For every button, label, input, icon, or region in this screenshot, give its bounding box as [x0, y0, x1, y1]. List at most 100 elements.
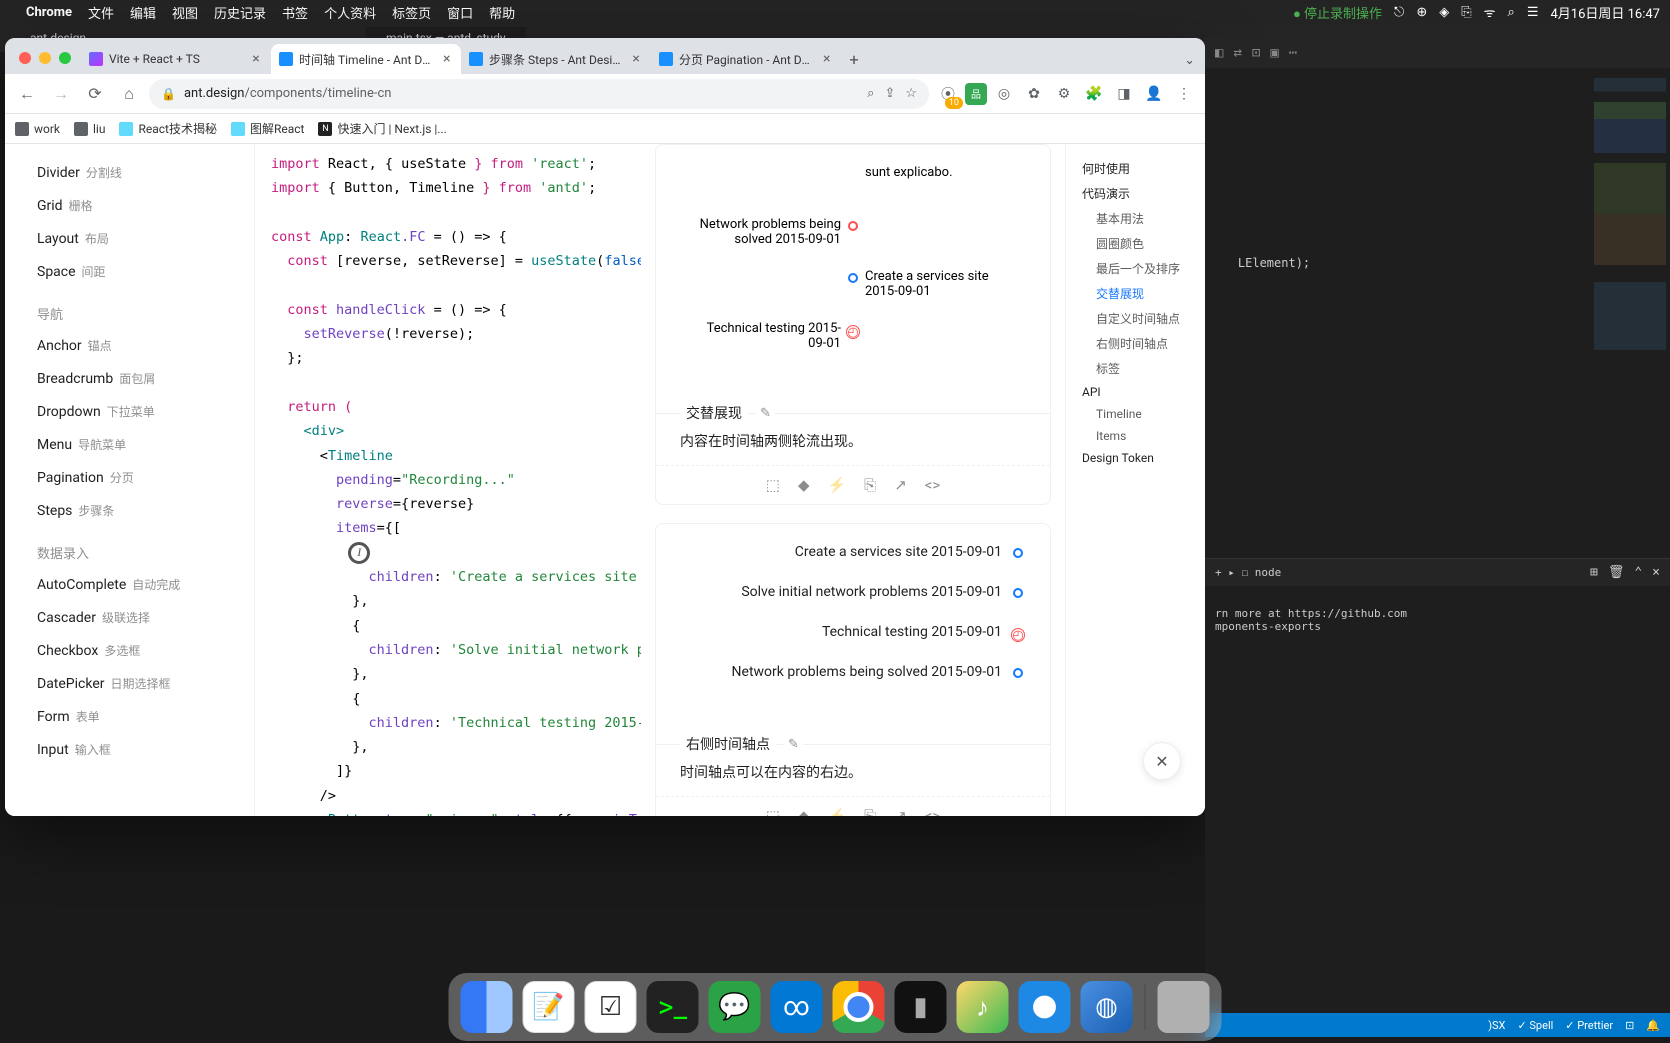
- sidebar-item-breadcrumb[interactable]: Breadcrumb面包屑: [5, 362, 254, 395]
- sidebar-item-dropdown[interactable]: Dropdown下拉菜单: [5, 395, 254, 428]
- sidebar-item-space[interactable]: Space间距: [5, 255, 254, 288]
- address-bar[interactable]: 🔒 ant.design/components/timeline-cn ⌕ ⇪ …: [149, 79, 929, 109]
- extension-icon[interactable]: ⚙: [1051, 81, 1077, 107]
- status-item[interactable]: ✓ Spell: [1517, 1019, 1553, 1032]
- kill-terminal-icon[interactable]: 🗑: [1608, 565, 1625, 580]
- demo-title[interactable]: 交替展现: [680, 403, 748, 423]
- close-tab-icon[interactable]: ×: [629, 52, 643, 66]
- status-item[interactable]: )SX: [1488, 1019, 1505, 1032]
- bookmark-item[interactable]: React技术揭秘: [119, 120, 217, 137]
- copy-icon[interactable]: ⎘: [864, 807, 876, 816]
- dock-chrome[interactable]: [833, 981, 885, 1033]
- codesandbox-icon[interactable]: ⬚: [766, 807, 780, 816]
- sidebar-item-checkbox[interactable]: Checkbox多选框: [5, 634, 254, 667]
- stackblitz-icon[interactable]: ⚡: [827, 476, 846, 494]
- sidebar-item-cascader[interactable]: Cascader级联选择: [5, 601, 254, 634]
- bookmark-folder[interactable]: liu: [74, 122, 105, 136]
- codesandbox-icon[interactable]: ⬚: [766, 476, 780, 494]
- forward-button[interactable]: →: [47, 80, 75, 108]
- anchor-item-active[interactable]: 交替展现: [1082, 281, 1197, 306]
- sidebar-item-form[interactable]: Form表单: [5, 700, 254, 733]
- status-icon[interactable]: ⎘: [1461, 5, 1471, 20]
- external-link-icon[interactable]: ↗: [894, 807, 907, 816]
- menu-bookmarks[interactable]: 书签: [282, 3, 308, 22]
- external-link-icon[interactable]: ↗: [894, 476, 907, 494]
- search-icon[interactable]: ⌕: [867, 86, 874, 101]
- dock-terminal[interactable]: >_: [647, 981, 699, 1033]
- dock-music[interactable]: ♪: [957, 981, 1009, 1033]
- sidebar-item-anchor[interactable]: Anchor锚点: [5, 329, 254, 362]
- anchor-item[interactable]: Items: [1082, 425, 1197, 447]
- code-block[interactable]: import React, { useState } from 'react';…: [267, 144, 629, 816]
- profile-icon[interactable]: 👤: [1141, 81, 1167, 107]
- split-icon[interactable]: ▣: [1270, 45, 1278, 61]
- minimize-window-button[interactable]: [39, 52, 51, 64]
- reload-button[interactable]: ⟳: [81, 80, 109, 108]
- toggle-icon[interactable]: ◧: [1215, 45, 1223, 61]
- extension-icon[interactable]: ✿: [1021, 81, 1047, 107]
- codepen-icon[interactable]: ◆: [798, 807, 810, 816]
- menu-icon[interactable]: ⋮: [1171, 81, 1197, 107]
- back-button[interactable]: ←: [13, 80, 41, 108]
- dock-app[interactable]: ◍: [1081, 981, 1133, 1033]
- overflow-icon[interactable]: ⋯: [1289, 45, 1297, 61]
- vscode-editor[interactable]: LElement);: [1205, 68, 1670, 558]
- menu-window[interactable]: 窗口: [447, 3, 473, 22]
- close-tab-icon[interactable]: ×: [249, 52, 263, 66]
- compare-icon[interactable]: ⇄: [1233, 45, 1241, 61]
- sidebar-item-input[interactable]: Input输入框: [5, 733, 254, 766]
- anchor-item[interactable]: Timeline: [1082, 403, 1197, 425]
- menu-profile[interactable]: 个人资料: [324, 3, 376, 22]
- sidebar-item-grid[interactable]: Grid栅格: [5, 189, 254, 222]
- dock-iterm[interactable]: ▮: [895, 981, 947, 1033]
- browser-tab[interactable]: 步骤条 Steps - Ant Design ×: [461, 44, 651, 74]
- anchor-item[interactable]: API: [1082, 381, 1197, 403]
- maximize-window-button[interactable]: [59, 52, 71, 64]
- sidebar-nav[interactable]: Divider分割线 Grid栅格 Layout布局 Space间距 导航 An…: [5, 144, 255, 816]
- close-window-button[interactable]: [19, 52, 31, 64]
- terminal-tab[interactable]: + ▸ ☐ node: [1215, 566, 1281, 579]
- close-tab-icon[interactable]: ×: [441, 52, 453, 66]
- sidebar-item-menu[interactable]: Menu导航菜单: [5, 428, 254, 461]
- float-action-button[interactable]: ✕: [1143, 742, 1181, 780]
- anchor-item[interactable]: 右侧时间轴点: [1082, 331, 1197, 356]
- anchor-item[interactable]: 自定义时间轴点: [1082, 306, 1197, 331]
- bookmark-item[interactable]: 图解React: [231, 120, 305, 137]
- extensions-puzzle-icon[interactable]: 🧩: [1081, 81, 1107, 107]
- star-icon[interactable]: ☆: [905, 86, 917, 101]
- sidebar-item-divider[interactable]: Divider分割线: [5, 156, 254, 189]
- edit-icon[interactable]: ✎: [756, 406, 775, 421]
- status-icon[interactable]: ◈: [1439, 5, 1449, 20]
- lock-icon[interactable]: 🔒: [161, 87, 176, 101]
- menu-help[interactable]: 帮助: [489, 3, 515, 22]
- status-icon[interactable]: ⊕: [1416, 5, 1427, 20]
- sidebar-item-pagination[interactable]: Pagination分页: [5, 461, 254, 494]
- dock-safari[interactable]: [1019, 981, 1071, 1033]
- notification-icon[interactable]: 🔔: [1646, 1019, 1660, 1032]
- anchor-item[interactable]: 标签: [1082, 356, 1197, 381]
- sidebar-item-layout[interactable]: Layout布局: [5, 222, 254, 255]
- dock-wechat[interactable]: 💬: [709, 981, 761, 1033]
- home-button[interactable]: ⌂: [115, 80, 143, 108]
- stackblitz-icon[interactable]: ⚡: [827, 807, 846, 816]
- menu-history[interactable]: 历史记录: [214, 3, 266, 22]
- extension-icon[interactable]: 品: [965, 83, 987, 105]
- status-icon[interactable]: ⎋: [1394, 5, 1404, 20]
- copy-icon[interactable]: ⎘: [864, 476, 876, 494]
- dock-trash[interactable]: [1158, 981, 1210, 1033]
- browser-tab[interactable]: 分页 Pagination - Ant Design ×: [651, 44, 841, 74]
- wifi-icon[interactable]: ᯤ: [1484, 3, 1496, 21]
- menu-edit[interactable]: 编辑: [130, 3, 156, 22]
- anchor-item[interactable]: 最后一个及排序: [1082, 256, 1197, 281]
- sidebar-item-autocomplete[interactable]: AutoComplete自动完成: [5, 568, 254, 601]
- anchor-item[interactable]: 基本用法: [1082, 206, 1197, 231]
- code-expand-icon[interactable]: <>: [925, 807, 940, 816]
- bookmark-folder[interactable]: work: [15, 122, 60, 136]
- anchor-item[interactable]: 何时使用: [1082, 156, 1197, 181]
- new-tab-button[interactable]: +: [841, 46, 867, 72]
- spotlight-icon[interactable]: ⌕: [1508, 5, 1515, 20]
- extension-icon[interactable]: ⦿10: [935, 81, 961, 107]
- app-name[interactable]: Chrome: [26, 5, 72, 20]
- extension-icon[interactable]: ◎: [991, 81, 1017, 107]
- anchor-item[interactable]: 代码演示: [1082, 181, 1197, 206]
